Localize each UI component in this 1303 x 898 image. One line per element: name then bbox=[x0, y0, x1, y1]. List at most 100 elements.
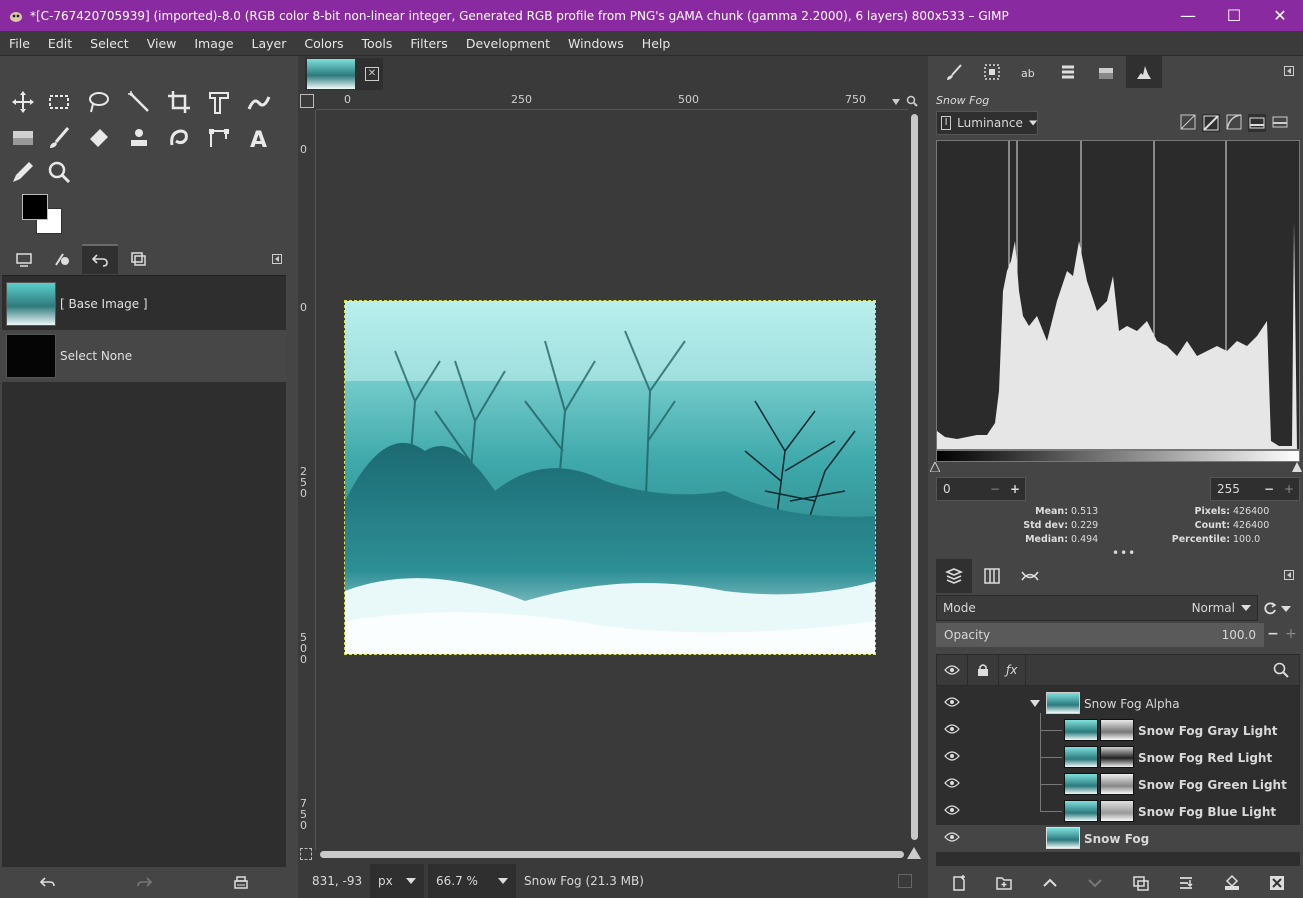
quick-mask-toggle-icon[interactable] bbox=[300, 94, 314, 108]
decrement-icon[interactable]: − bbox=[985, 482, 1005, 496]
search-icon[interactable] bbox=[1273, 662, 1289, 678]
decrement-icon[interactable]: − bbox=[1259, 482, 1279, 496]
menu-colors[interactable]: Colors bbox=[295, 36, 352, 51]
maximize-button[interactable]: ☐ bbox=[1211, 0, 1257, 31]
unit-selector[interactable]: px bbox=[370, 864, 424, 898]
range-min-handle-icon[interactable] bbox=[930, 462, 940, 472]
free-select-tool-icon[interactable] bbox=[82, 86, 116, 118]
dock-menu-icon[interactable] bbox=[1284, 66, 1294, 76]
layer-row[interactable]: Snow Fog Red Light bbox=[936, 744, 1300, 771]
unified-transform-tool-icon[interactable] bbox=[202, 86, 236, 118]
layer-mode-reset[interactable] bbox=[1262, 597, 1300, 621]
menu-layer[interactable]: Layer bbox=[243, 36, 296, 51]
new-layer-icon[interactable] bbox=[950, 874, 968, 892]
undo-icon[interactable] bbox=[40, 876, 56, 890]
image-tab-close-icon[interactable]: ✕ bbox=[365, 67, 379, 81]
tab-histogram[interactable] bbox=[1126, 56, 1162, 88]
log-histogram-icon[interactable] bbox=[1272, 114, 1288, 130]
horizontal-scrollbar[interactable] bbox=[316, 848, 908, 860]
menu-windows[interactable]: Windows bbox=[559, 36, 633, 51]
range-max-spinbox[interactable]: 255 − + bbox=[1210, 477, 1300, 501]
rect-select-tool-icon[interactable] bbox=[42, 86, 76, 118]
menu-help[interactable]: Help bbox=[633, 36, 680, 51]
delete-layer-icon[interactable] bbox=[1268, 874, 1286, 892]
log-scale-icon[interactable] bbox=[1202, 114, 1220, 132]
tab-undo-history[interactable] bbox=[82, 244, 118, 274]
tab-brushes[interactable] bbox=[936, 56, 972, 88]
horizontal-scroll-thumb[interactable] bbox=[320, 851, 904, 858]
layer-row[interactable]: Snow Fog Gray Light bbox=[936, 713, 1300, 744]
tab-gradients[interactable] bbox=[1050, 56, 1086, 88]
clear-history-icon[interactable] bbox=[232, 875, 250, 891]
undo-item-select-none[interactable]: Select None bbox=[2, 330, 286, 382]
tab-tool-options[interactable] bbox=[6, 244, 42, 274]
image-content[interactable] bbox=[344, 300, 876, 655]
canvas[interactable] bbox=[316, 110, 906, 850]
image-tab[interactable]: ✕ bbox=[305, 58, 383, 90]
zoom-tool-icon[interactable] bbox=[42, 156, 76, 188]
menu-file[interactable]: File bbox=[0, 36, 39, 51]
group-expand-chevron-icon[interactable] bbox=[1030, 700, 1040, 708]
paths-tool-icon[interactable] bbox=[202, 122, 236, 154]
channel-selector[interactable]: I Luminance bbox=[936, 111, 1038, 135]
tab-fonts[interactable]: ab bbox=[1012, 56, 1048, 88]
lower-layer-icon[interactable] bbox=[1086, 874, 1104, 892]
fuzzy-select-tool-icon[interactable] bbox=[122, 86, 156, 118]
close-button[interactable]: ✕ bbox=[1257, 0, 1303, 31]
navigate-icon[interactable] bbox=[906, 846, 922, 860]
crop-tool-icon[interactable] bbox=[162, 86, 196, 118]
redo-icon[interactable] bbox=[136, 876, 152, 890]
vertical-scroll-thumb[interactable] bbox=[911, 114, 918, 840]
menu-edit[interactable]: Edit bbox=[39, 36, 81, 51]
increment-icon[interactable]: + bbox=[1005, 482, 1025, 496]
move-tool-icon[interactable] bbox=[6, 86, 40, 118]
warp-transform-tool-icon[interactable] bbox=[242, 86, 276, 118]
color-picker-tool-icon[interactable] bbox=[6, 156, 40, 188]
linear-histogram-icon[interactable] bbox=[1248, 114, 1266, 132]
tab-images[interactable] bbox=[120, 244, 156, 274]
layer-row[interactable]: Snow Fog Green Light bbox=[936, 771, 1300, 798]
menu-image[interactable]: Image bbox=[185, 36, 242, 51]
dock-menu-icon[interactable] bbox=[272, 244, 286, 274]
opacity-decrement-icon[interactable]: − bbox=[1264, 626, 1282, 642]
menu-view[interactable]: View bbox=[138, 36, 186, 51]
image-preview-icon[interactable] bbox=[898, 874, 912, 888]
layer-row[interactable]: Snow Fog Blue Light bbox=[936, 798, 1300, 825]
panel-grip-icon[interactable]: ••• bbox=[1112, 546, 1136, 560]
menu-development[interactable]: Development bbox=[457, 36, 559, 51]
linear-scale-icon[interactable] bbox=[1180, 114, 1196, 130]
opacity-increment-icon[interactable]: + bbox=[1282, 626, 1300, 642]
new-layer-group-icon[interactable] bbox=[995, 874, 1013, 892]
menu-filters[interactable]: Filters bbox=[401, 36, 456, 51]
curve-scale-icon[interactable] bbox=[1226, 114, 1242, 130]
menu-select[interactable]: Select bbox=[81, 36, 138, 51]
tab-patterns[interactable] bbox=[974, 56, 1010, 88]
zoom-fit-icon[interactable] bbox=[906, 95, 918, 107]
eraser-tool-icon[interactable] bbox=[82, 122, 116, 154]
menu-tools[interactable]: Tools bbox=[353, 36, 402, 51]
zoom-selector[interactable]: 66.7 % bbox=[428, 864, 516, 898]
tab-channels[interactable] bbox=[974, 559, 1010, 593]
minimize-button[interactable]: — bbox=[1165, 0, 1211, 31]
layer-mode-selector[interactable]: Mode Normal bbox=[936, 595, 1258, 621]
range-max-handle-icon[interactable] bbox=[1292, 462, 1302, 472]
paintbrush-tool-icon[interactable] bbox=[42, 122, 76, 154]
duplicate-layer-icon[interactable] bbox=[1132, 874, 1150, 892]
tab-palettes[interactable] bbox=[1088, 56, 1124, 88]
smudge-tool-icon[interactable] bbox=[162, 122, 196, 154]
tab-layers[interactable] bbox=[936, 559, 972, 593]
dock-menu-icon[interactable] bbox=[1284, 570, 1294, 580]
increment-icon[interactable]: + bbox=[1279, 482, 1299, 496]
text-tool-icon[interactable]: A bbox=[242, 122, 276, 154]
gradient-tool-icon[interactable] bbox=[6, 122, 40, 154]
layer-mask-icon[interactable] bbox=[1223, 874, 1241, 892]
vertical-scrollbar[interactable] bbox=[908, 110, 920, 848]
tab-device-status[interactable] bbox=[44, 244, 80, 274]
histogram-view[interactable] bbox=[936, 140, 1300, 450]
layer-row-selected[interactable]: Snow Fog bbox=[936, 825, 1300, 852]
visibility-eye-icon[interactable] bbox=[944, 777, 960, 789]
histogram-gradient-bar[interactable] bbox=[936, 450, 1300, 462]
undo-item-base-image[interactable]: [ Base Image ] bbox=[2, 278, 286, 330]
visibility-eye-icon[interactable] bbox=[944, 804, 960, 816]
fg-bg-color-selector[interactable] bbox=[22, 194, 66, 238]
